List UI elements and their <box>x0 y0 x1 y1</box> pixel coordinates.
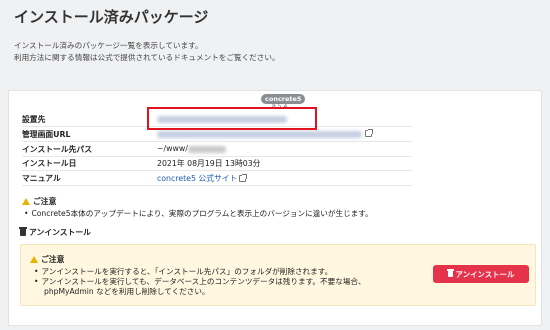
manual-link-row: concrete5 公式サイト <box>157 173 248 184</box>
uninstall-heading-text: アンインストール <box>29 228 91 237</box>
uninstall-button[interactable]: アンインストール <box>433 265 529 283</box>
admin-url-value[interactable] <box>157 129 373 138</box>
notice-item-text: Concrete5本体のアップデートにより、実際のプログラムと表示上のバージョン… <box>31 209 373 218</box>
trash-icon <box>19 227 27 236</box>
row-separator <box>22 156 412 157</box>
admin-url-label: 管理画面URL <box>22 130 71 139</box>
bullet: • <box>34 277 39 286</box>
external-link-icon <box>365 129 373 137</box>
page-title: インストール済みパッケージ <box>14 8 209 26</box>
uninstall-notice-item-2-cont: phpMyAdmin などを利用し削除してください。 <box>44 287 210 296</box>
bullet: • <box>24 209 29 218</box>
page-description: インストール済みのパッケージ一覧を表示しています。 利用方法に関する情報は公式で… <box>14 40 280 64</box>
uninstall-notice-text-2a: アンインストールを実行しても、データベース上のコンテンツデータは残ります。不要な… <box>41 277 366 286</box>
warning-icon <box>30 256 38 263</box>
uninstall-button-label: アンインストール <box>455 269 515 279</box>
row-separator <box>22 185 412 186</box>
notice-title: ご注意 <box>22 196 56 207</box>
install-location-label: 設置先 <box>22 115 46 124</box>
description-line-2: 利用方法に関する情報は公式で提供されているドキュメントをご覧ください。 <box>14 53 280 62</box>
redacted-path <box>187 145 226 153</box>
install-date-label: インストール日 <box>22 159 77 168</box>
uninstall-heading: アンインストール <box>19 227 91 238</box>
install-path-value: ~/www/ <box>157 144 226 153</box>
uninstall-notice-title-text: ご注意 <box>41 255 65 264</box>
bullet: • <box>34 267 39 276</box>
install-path-label: インストール先パス <box>22 145 93 154</box>
redacted-admin-url[interactable] <box>157 130 362 138</box>
notice-item: • Concrete5本体のアップデートにより、実際のプログラムと表示上のバージョ… <box>24 208 373 219</box>
external-link-icon <box>239 174 248 182</box>
trash-icon <box>446 269 454 277</box>
highlight-annotation <box>147 107 317 130</box>
manual-label: マニュアル <box>22 174 61 183</box>
warning-icon <box>22 198 30 205</box>
row-separator <box>22 170 412 171</box>
install-path-text: ~/www/ <box>157 144 188 153</box>
uninstall-notice-text-1: アンインストールを実行すると、「インストール先パス」のフォルダが削除されます。 <box>41 267 333 276</box>
notice-title-text: ご注意 <box>33 197 57 206</box>
manual-link[interactable]: concrete5 公式サイト <box>157 174 237 183</box>
row-separator <box>22 141 412 142</box>
install-date-value: 2021年 08月19日 13時03分 <box>157 159 261 168</box>
uninstall-notice-title: ご注意 <box>30 254 64 265</box>
description-line-1: インストール済みのパッケージ一覧を表示しています。 <box>14 41 203 50</box>
